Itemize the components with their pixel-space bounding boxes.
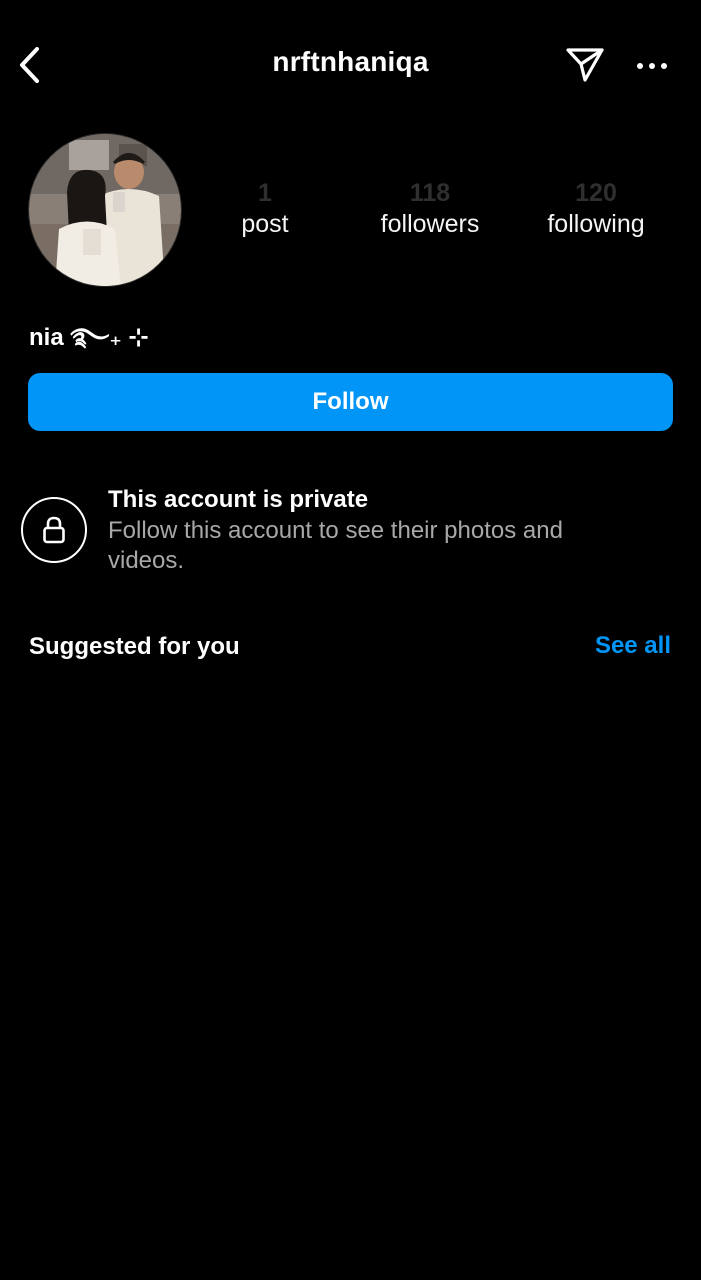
stat-posts[interactable]: 1 post bbox=[182, 178, 348, 240]
suggested-title: Suggested for you bbox=[29, 633, 240, 660]
top-bar: nrftnhaniqa bbox=[0, 0, 701, 130]
avatar-photo bbox=[29, 134, 181, 286]
lock-icon bbox=[43, 516, 65, 544]
follow-button[interactable]: Follow bbox=[28, 373, 673, 431]
followers-count: 118 bbox=[409, 179, 451, 207]
private-account-title: This account is private bbox=[108, 486, 369, 513]
more-options-button[interactable] bbox=[632, 46, 672, 86]
profile-avatar[interactable] bbox=[28, 133, 182, 287]
stat-following[interactable]: 120 following bbox=[513, 178, 679, 240]
private-account-description: Follow this account to see their photos … bbox=[108, 517, 563, 574]
posts-count: 1 bbox=[258, 179, 272, 207]
following-count: 120 bbox=[575, 179, 617, 207]
profile-page: nrftnhaniqa 1 post 118 followers 120 fol… bbox=[0, 0, 701, 1280]
lock-badge bbox=[21, 497, 87, 563]
more-horizontal-icon bbox=[637, 63, 667, 69]
following-label: following bbox=[547, 210, 645, 238]
followers-label: followers bbox=[380, 210, 480, 238]
see-all-link[interactable]: See all bbox=[595, 632, 671, 660]
paper-plane-icon bbox=[566, 48, 604, 82]
profile-display-name: nia ࿐₊ ⊹ bbox=[29, 324, 149, 351]
stat-followers[interactable]: 118 followers bbox=[347, 178, 513, 240]
profile-stats: 1 post 118 followers 120 following bbox=[182, 178, 701, 248]
posts-label: post bbox=[241, 210, 289, 238]
direct-message-button[interactable] bbox=[562, 42, 608, 88]
